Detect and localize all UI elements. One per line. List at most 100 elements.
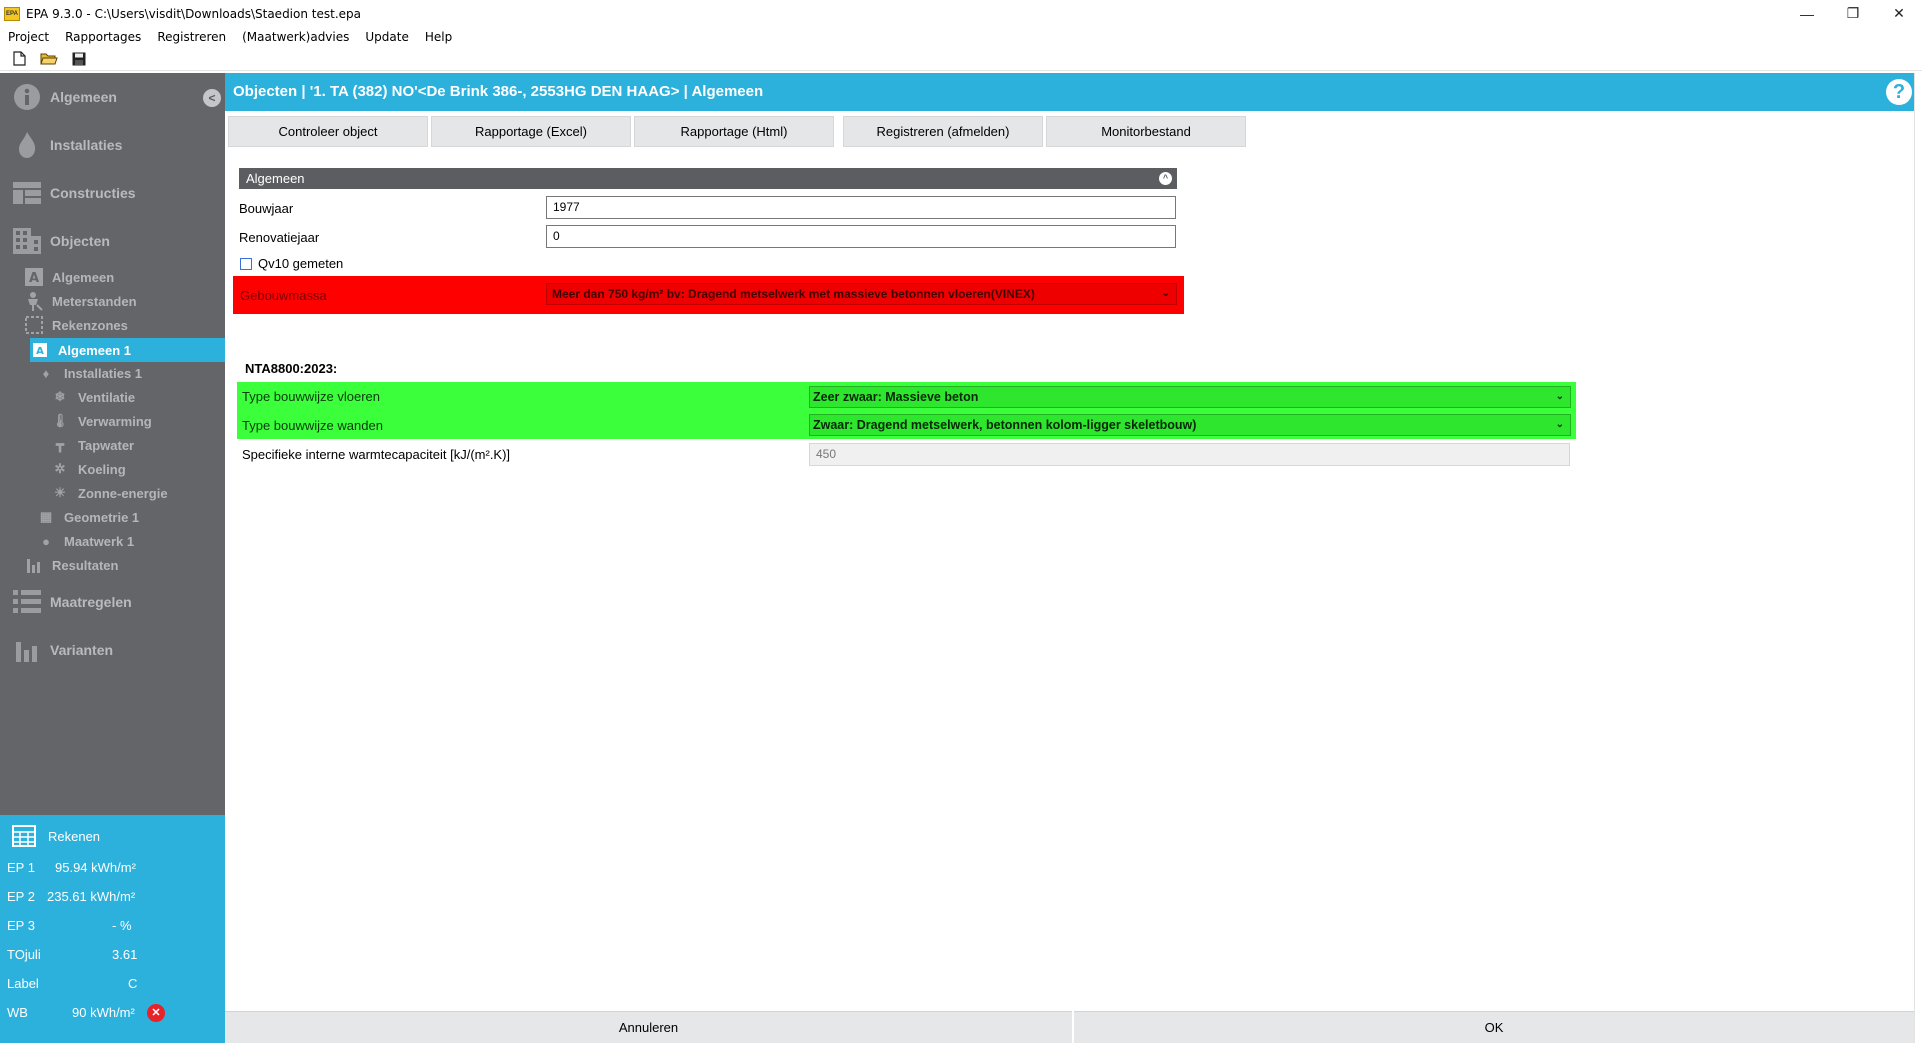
menu-project[interactable]: Project [0,27,57,47]
sidebar-sub-resultaten[interactable]: Resultaten [24,553,225,577]
result-value: - % [112,918,132,933]
result-label: TOjuli [7,947,41,962]
section-title: Algemeen [246,171,305,186]
menu-maatwerkadvies[interactable]: (Maatwerk)advies [234,27,357,47]
collapse-section-icon[interactable]: ^ [1159,172,1172,185]
grid-icon [12,179,42,207]
sidebar-item-objecten[interactable]: Objecten [0,217,225,265]
bouwjaar-input[interactable]: 1977 [546,196,1176,219]
sidebar-item-varianten[interactable]: Varianten [0,626,225,674]
menu-registreren[interactable]: Registreren [149,27,234,47]
bar-chart-icon [24,557,44,573]
sidebar-sub-installaties-1[interactable]: ♦ Installaties 1 [36,361,225,385]
bar-chart-icon [12,636,42,664]
sidebar-sub-label: Rekenzones [52,317,128,333]
rapportage-html-button[interactable]: Rapportage (Html) [634,116,834,147]
sidebar-sub-label: Resultaten [52,557,119,573]
save-icon[interactable] [70,50,88,68]
building-icon [12,227,42,255]
rekenen-button[interactable]: Rekenen [12,825,100,847]
collapse-sidebar-button[interactable]: < [203,89,221,107]
sidebar-sub-ventilatie[interactable]: ❄ Ventilatie [50,385,225,409]
sidebar-item-installaties[interactable]: Installaties [0,121,225,169]
scroll-edge [1914,73,1922,1043]
ok-button[interactable]: OK [1074,1011,1914,1043]
sidebar-sub-tapwater[interactable]: ┳ Tapwater [50,433,225,457]
sidebar-sub-label: Algemeen 1 [58,342,131,358]
help-icon[interactable]: ? [1886,79,1912,105]
close-button[interactable]: ✕ [1876,0,1922,27]
sidebar-sub-label: Geometrie 1 [64,509,140,525]
toolbar [0,47,1922,71]
result-label: EP 3 [7,918,35,933]
restore-button[interactable]: ❐ [1830,0,1876,27]
sidebar-sub-koeling[interactable]: ✲ Koeling [50,457,225,481]
sidebar-item-label: Maatregelen [50,594,132,610]
menu-help[interactable]: Help [417,27,460,47]
sidebar-sub-algemeen-1[interactable]: A Algemeen 1 [30,338,225,362]
sidebar: Algemeen < Installaties Constructies Obj… [0,73,225,815]
title-bar: EPA EPA 9.3.0 - C:\Users\visdit\Download… [0,0,1922,27]
sidebar-sub-label: Algemeen [52,269,115,285]
sidebar-sub-label: Meterstanden [52,293,137,309]
result-value: 3.61 [112,947,138,962]
sidebar-sub-rekenzones[interactable]: Rekenzones [24,313,225,337]
registreren-afmelden-button[interactable]: Registreren (afmelden) [843,116,1043,147]
controleer-object-button[interactable]: Controleer object [228,116,428,147]
ventilation-icon: ❄ [54,389,66,404]
results-panel: Rekenen EP 1 95.94 kWh/m² EP 2 235.61 kW… [0,815,225,1043]
svg-text:A: A [29,271,39,286]
sidebar-sub-maatwerk-1[interactable]: ● Maatwerk 1 [36,529,225,553]
rapportage-excel-button[interactable]: Rapportage (Excel) [431,116,631,147]
vloeren-select[interactable]: Zeer zwaar: Massieve beton ⌄ [809,386,1571,408]
result-label: EP 2 [7,889,35,904]
meter-icon [24,291,44,311]
monitorbestand-button[interactable]: Monitorbestand [1046,116,1246,147]
wanden-select[interactable]: Zwaar: Dragend metselwerk, betonnen kolo… [809,414,1571,436]
warmtecapaciteit-input: 450 [809,443,1570,466]
sidebar-sub-geometrie-1[interactable]: ▦ Geometrie 1 [36,505,225,529]
qv10-checkbox[interactable] [240,258,252,270]
gebouwmassa-select[interactable]: Meer dan 750 kg/m² bv: Dragend metselwer… [546,283,1177,305]
gebouwmassa-label: Gebouwmassa [240,288,327,303]
sidebar-sub-verwarming[interactable]: 🌡 Verwarming [50,409,225,433]
sidebar-item-constructies[interactable]: Constructies [0,169,225,217]
chevron-down-icon: ⌄ [1555,419,1564,430]
sidebar-sub-algemeen[interactable]: A Algemeen [24,265,225,289]
result-row-wb: WB 90 kWh/m² ✕ [0,1001,225,1025]
minimize-button[interactable]: — [1784,0,1830,27]
page-title: Objecten | '1. TA (382) NO'<De Brink 386… [233,83,764,100]
sidebar-item-maatregelen[interactable]: Maatregelen [0,578,225,626]
sidebar-item-label: Varianten [50,642,114,658]
error-icon: ✕ [147,1004,165,1022]
vloeren-value: Zeer zwaar: Massieve beton [813,390,979,404]
app-logo-icon: EPA [4,6,20,21]
menu-rapportages[interactable]: Rapportages [57,27,149,47]
vloeren-label: Type bouwwijze vloeren [242,389,381,404]
renovatiejaar-input[interactable]: 0 [546,225,1176,248]
sidebar-sub-label: Maatwerk 1 [64,533,135,549]
sidebar-item-label: Algemeen [50,89,117,105]
bouwjaar-label: Bouwjaar [239,201,294,216]
menu-bar: Project Rapportages Registreren (Maatwer… [0,27,1922,47]
flame-icon: ♦ [42,365,50,381]
bouwwijze-block: Type bouwwijze vloeren Zeer zwaar: Massi… [237,382,1576,439]
menu-update[interactable]: Update [357,27,416,47]
letter-a-icon: A [30,343,50,357]
section-header-algemeen[interactable]: Algemeen ^ [239,168,1177,189]
sidebar-sub-meterstanden[interactable]: Meterstanden [24,289,225,313]
sidebar-sub-zonne-energie[interactable]: ☀ Zonne-energie [50,481,225,505]
gebouwmassa-value: Meer dan 750 kg/m² bv: Dragend metselwer… [552,287,1035,301]
gebouwmassa-row: Gebouwmassa Meer dan 750 kg/m² bv: Drage… [233,276,1184,314]
result-label: EP 1 [7,860,35,875]
sidebar-sub-label: Zonne-energie [78,485,168,501]
cancel-button[interactable]: Annuleren [225,1011,1072,1043]
result-row-ep1: EP 1 95.94 kWh/m² [0,856,225,880]
page-header: Objecten | '1. TA (382) NO'<De Brink 386… [225,73,1922,111]
svg-text:A: A [36,346,44,357]
sidebar-item-label: Constructies [50,185,136,201]
nta-heading: NTA8800:2023: [245,361,338,376]
new-file-icon[interactable] [10,50,28,68]
sidebar-item-algemeen[interactable]: Algemeen < [0,73,225,121]
open-folder-icon[interactable] [40,50,58,68]
